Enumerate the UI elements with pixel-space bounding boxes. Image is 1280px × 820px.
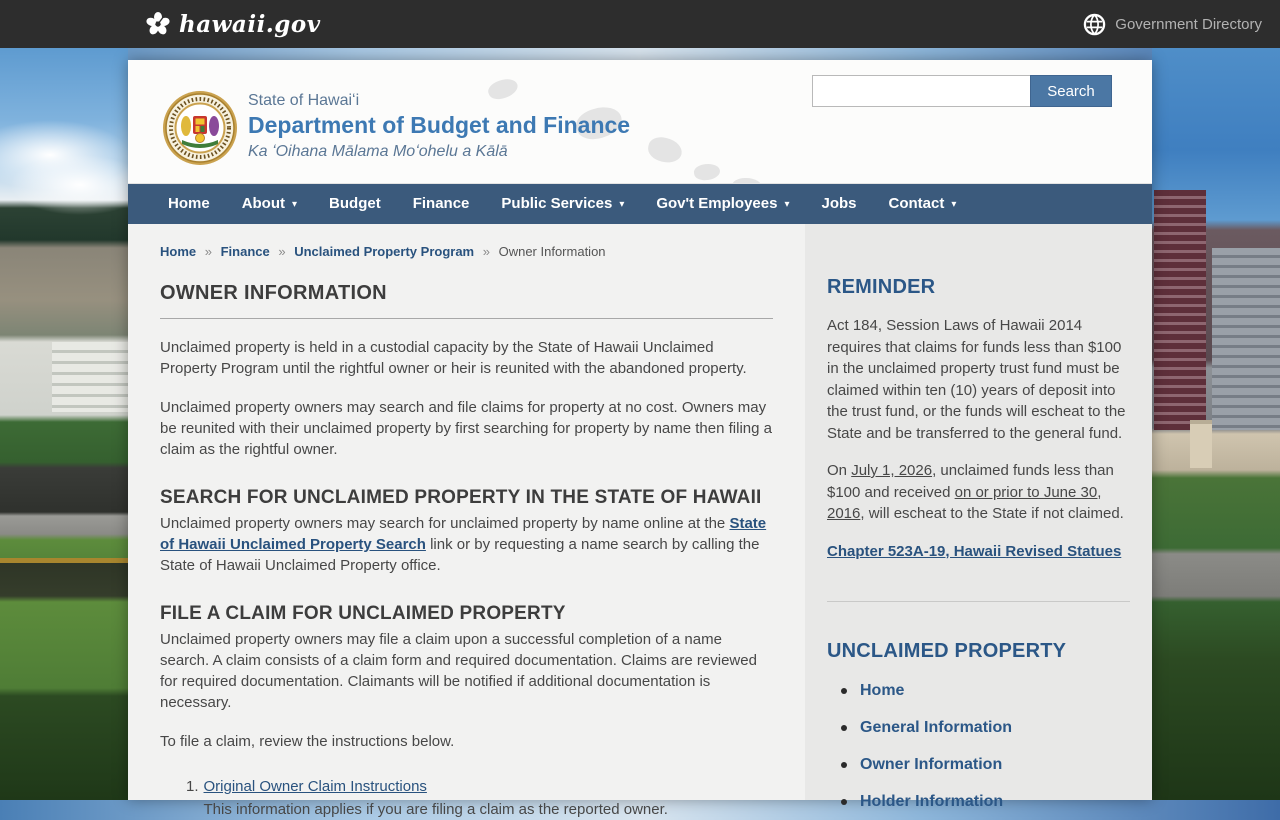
sidebar-item-home[interactable]: Home xyxy=(841,682,1130,700)
state-of-hawaii-label: State of Hawaiʻi xyxy=(248,92,630,110)
sidebar-item-owner-information[interactable]: Owner Information xyxy=(841,756,1130,774)
reminder-paragraph-2: On July 1, 2026, unclaimed funds less th… xyxy=(827,460,1130,525)
site-header: State of Hawaiʻi Department of Budget an… xyxy=(128,60,1152,184)
sidebar-divider xyxy=(827,601,1130,602)
breadcrumb-unclaimed-property-program[interactable]: Unclaimed Property Program xyxy=(294,244,474,259)
unclaimed-property-menu: Home General Information Owner Informati… xyxy=(841,682,1130,811)
nav-item-finance[interactable]: Finance xyxy=(397,184,486,224)
building-shape xyxy=(1154,190,1206,430)
nav-item-govt-employees[interactable]: Gov't Employees▾ xyxy=(640,184,805,224)
building-shape xyxy=(1212,248,1280,430)
sidebar-item-holder-information[interactable]: Holder Information xyxy=(841,793,1130,811)
background-photo-left xyxy=(0,0,128,800)
breadcrumb-home[interactable]: Home xyxy=(160,244,196,259)
breadcrumb: Home » Finance » Unclaimed Property Prog… xyxy=(160,244,773,259)
hawaii-islands-watermark xyxy=(693,162,721,181)
claim-section-paragraph: Unclaimed property owners may file a cla… xyxy=(160,629,773,713)
chevron-down-icon: ▾ xyxy=(951,185,956,225)
claim-instructions-lead: To file a claim, review the instructions… xyxy=(160,731,773,752)
building-shape xyxy=(52,342,128,412)
hawaii-islands-watermark xyxy=(732,178,762,184)
content-area: Home » Finance » Unclaimed Property Prog… xyxy=(128,224,1152,800)
claim-section-title: FILE A CLAIM FOR UNCLAIMED PROPERTY xyxy=(160,603,773,625)
hawaiigov-logo-text: hawaii.gov xyxy=(179,11,321,38)
intro-paragraph-1: Unclaimed property is held in a custodia… xyxy=(160,337,773,379)
page-container: State of Hawaiʻi Department of Budget an… xyxy=(128,60,1152,800)
nav-item-contact[interactable]: Contact▾ xyxy=(873,184,973,224)
hibiscus-icon xyxy=(145,11,171,37)
search-section-paragraph: Unclaimed property owners may search for… xyxy=(160,513,773,576)
search-input[interactable] xyxy=(812,75,1030,107)
pool-edge-shape xyxy=(0,558,128,563)
chevron-down-icon: ▾ xyxy=(292,185,297,225)
government-directory-label: Government Directory xyxy=(1115,16,1262,33)
state-seal xyxy=(162,90,238,166)
chevron-down-icon: ▾ xyxy=(784,185,789,225)
breadcrumb-separator: » xyxy=(278,244,285,259)
main-column: Home » Finance » Unclaimed Property Prog… xyxy=(128,224,805,800)
date-july-1-2026: July 1, 2026 xyxy=(851,462,932,479)
breadcrumb-current: Owner Information xyxy=(499,244,606,259)
bullet-dot xyxy=(841,762,847,768)
title-divider xyxy=(160,318,773,319)
church-tower-shape xyxy=(1190,420,1212,468)
sidebar-item-general-information[interactable]: General Information xyxy=(841,719,1130,737)
breadcrumb-separator: » xyxy=(483,244,490,259)
department-title[interactable]: Department of Budget and Finance xyxy=(248,112,630,139)
topbar: hawaii.gov Government Directory xyxy=(0,0,1280,48)
breadcrumb-finance[interactable]: Finance xyxy=(221,244,270,259)
intro-paragraph-2: Unclaimed property owners may search and… xyxy=(160,397,773,460)
background-photo-right xyxy=(1152,0,1280,800)
hawaii-islands-watermark xyxy=(646,135,684,166)
page-title: OWNER INFORMATION xyxy=(160,282,773,305)
search-button[interactable]: Search xyxy=(1030,75,1112,107)
list-item-description: This information applies if you are fili… xyxy=(204,799,668,820)
chapter-523a-19-link[interactable]: Chapter 523A-19, Hawaii Revised Statues xyxy=(827,543,1121,560)
list-item: 1. Original Owner Claim Instructions Thi… xyxy=(186,776,773,820)
bullet-dot xyxy=(841,688,847,694)
hawaiian-subtitle: Ka ʻOihana Mālama Moʻohelu a Kālā xyxy=(248,143,630,161)
agency-titles: State of Hawaiʻi Department of Budget an… xyxy=(248,92,630,161)
claim-instructions-list: 1. Original Owner Claim Instructions Thi… xyxy=(186,776,773,820)
globe-icon xyxy=(1083,13,1106,36)
nav-item-public-services[interactable]: Public Services▾ xyxy=(485,184,640,224)
hawaiigov-logo-link[interactable]: hawaii.gov xyxy=(145,11,321,38)
reminder-title: REMINDER xyxy=(827,276,1130,299)
site-search: Search xyxy=(812,75,1112,107)
chevron-down-icon: ▾ xyxy=(619,185,624,225)
nav-item-budget[interactable]: Budget xyxy=(313,184,397,224)
original-owner-claim-instructions-link[interactable]: Original Owner Claim Instructions xyxy=(204,778,427,795)
main-navigation: Home About▾ Budget Finance Public Servic… xyxy=(128,184,1152,224)
nav-item-about[interactable]: About▾ xyxy=(226,184,313,224)
search-section-title: SEARCH FOR UNCLAIMED PROPERTY IN THE STA… xyxy=(160,487,773,509)
government-directory-link[interactable]: Government Directory xyxy=(1083,13,1262,36)
breadcrumb-separator: » xyxy=(205,244,212,259)
list-item-number: 1. xyxy=(186,776,199,820)
bullet-dot xyxy=(841,725,847,731)
sidebar: REMINDER Act 184, Session Laws of Hawaii… xyxy=(805,224,1152,800)
unclaimed-property-menu-title: UNCLAIMED PROPERTY xyxy=(827,640,1130,663)
nav-item-home[interactable]: Home xyxy=(152,184,226,224)
nav-item-jobs[interactable]: Jobs xyxy=(805,184,872,224)
bullet-dot xyxy=(841,799,847,805)
reminder-paragraph-1: Act 184, Session Laws of Hawaii 2014 req… xyxy=(827,315,1130,444)
